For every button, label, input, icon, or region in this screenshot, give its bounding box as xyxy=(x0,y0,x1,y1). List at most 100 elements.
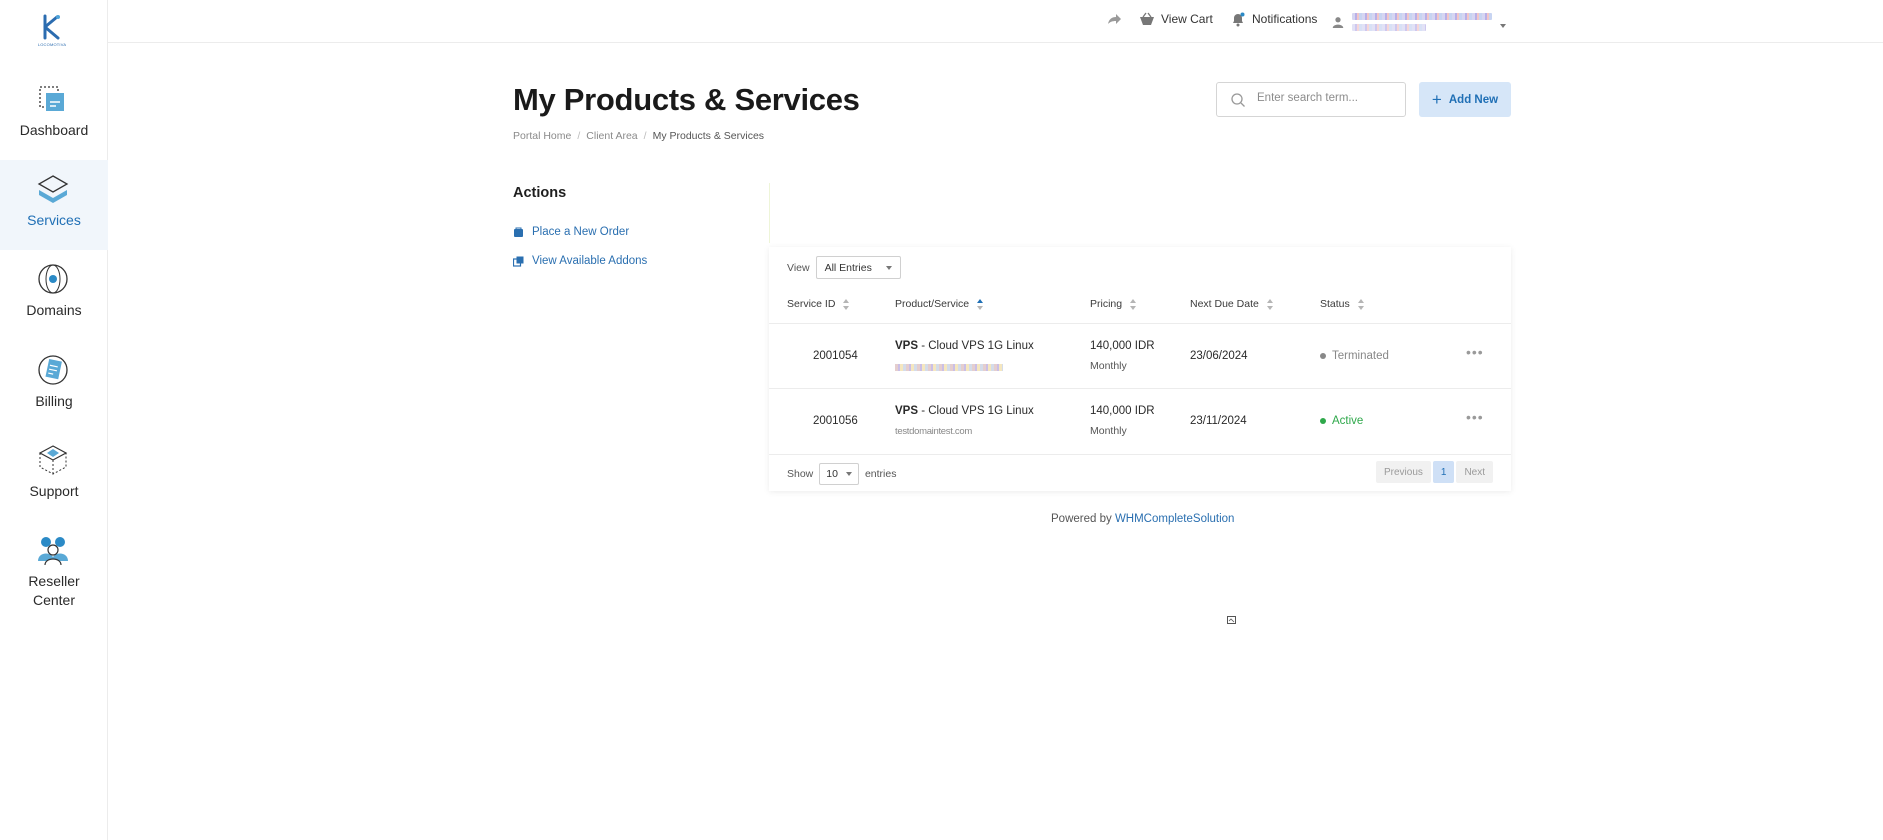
more-options-icon[interactable]: ••• xyxy=(1466,344,1484,360)
sidebar-item-support[interactable]: Support xyxy=(0,431,108,521)
plus-icon: + xyxy=(1431,90,1442,109)
status-dot xyxy=(1320,418,1326,424)
column-header-product[interactable]: Product/Service xyxy=(895,298,984,310)
column-header-pricing[interactable]: Pricing xyxy=(1090,298,1137,310)
column-header-service-id[interactable]: Service ID xyxy=(787,298,850,310)
user-icon xyxy=(1332,17,1344,28)
notifications-link[interactable]: Notifications xyxy=(1230,10,1317,28)
powered-by-label: Powered by xyxy=(1051,513,1112,525)
product-name: VPS - Cloud VPS 1G Linux xyxy=(895,340,1034,352)
show-label: Show xyxy=(787,468,814,480)
entries-label: entries xyxy=(864,468,897,480)
search-box[interactable] xyxy=(1216,82,1406,117)
basket-icon xyxy=(1140,12,1154,25)
share-icon xyxy=(1108,14,1121,24)
more-options-icon[interactable]: ••• xyxy=(1466,409,1484,425)
sidebar-item-label: Billing xyxy=(35,393,73,409)
view-cart-link[interactable]: View Cart xyxy=(1139,10,1213,28)
billing-cycle: Monthly xyxy=(1090,360,1127,372)
breadcrumb-current: My Products & Services xyxy=(652,130,765,142)
support-icon xyxy=(38,445,68,475)
sidebar-item-services[interactable]: Services xyxy=(0,160,108,250)
column-header-label: Pricing xyxy=(1090,298,1123,310)
share-button[interactable] xyxy=(1106,10,1122,28)
search-icon xyxy=(1231,93,1245,107)
sidebar-item-label: Dashboard xyxy=(19,122,89,138)
billing-cycle: Monthly xyxy=(1090,425,1127,437)
logo-icon xyxy=(43,14,60,40)
page-title: My Products & Services xyxy=(513,82,860,117)
search-input[interactable] xyxy=(1257,92,1397,104)
product-type: VPS xyxy=(895,405,919,417)
status-badge: Terminated xyxy=(1320,350,1389,362)
previous-page-button[interactable]: Previous xyxy=(1375,461,1431,483)
price: 140,000 IDR xyxy=(1090,340,1155,352)
column-header-next-due-date[interactable]: Next Due Date xyxy=(1190,298,1274,310)
breadcrumb: Portal Home / Client Area / My Products … xyxy=(513,130,764,142)
sidebar-item-label: Services xyxy=(27,212,81,228)
reseller-icon xyxy=(38,537,68,566)
cart-icon xyxy=(514,227,523,237)
sidebar-item-dashboard[interactable]: Dashboard xyxy=(0,70,108,160)
chevron-down-icon xyxy=(1500,24,1506,28)
sort-icon xyxy=(1266,298,1274,310)
table-row[interactable]: 2001056 VPS - Cloud VPS 1G Linux testdom… xyxy=(769,388,1511,453)
product-plan: - Cloud VPS 1G Linux xyxy=(918,405,1034,417)
whmcs-link[interactable]: WHMCompleteSolution xyxy=(1115,513,1235,525)
actions-heading: Actions xyxy=(513,185,567,201)
status-dot xyxy=(1320,353,1326,359)
sidebar-item-reseller-center[interactable]: Reseller Center xyxy=(0,521,108,621)
next-page-button[interactable]: Next xyxy=(1456,461,1493,483)
chevron-down-icon xyxy=(885,265,892,270)
column-header-label: Product/Service xyxy=(895,298,970,310)
page-length: Show 10 entries xyxy=(787,463,896,485)
sidebar: LOCOMOTIVA Dashboard Services Domains Bi… xyxy=(0,0,108,840)
product-plan: - Cloud VPS 1G Linux xyxy=(918,340,1034,352)
add-new-button[interactable]: + Add New xyxy=(1419,82,1511,117)
sidebar-item-billing[interactable]: Billing xyxy=(0,341,108,431)
small-image-icon xyxy=(1227,616,1236,624)
view-cart-label: View Cart xyxy=(1161,12,1213,26)
notifications-label: Notifications xyxy=(1252,12,1318,26)
sort-icon xyxy=(1357,298,1365,310)
status-label: Active xyxy=(1332,415,1364,427)
addons-icon xyxy=(513,256,524,267)
sort-icon xyxy=(843,298,850,310)
breadcrumb-portal-home[interactable]: Portal Home xyxy=(513,130,571,142)
sidebar-item-label: Domains xyxy=(26,302,82,318)
price: 140,000 IDR xyxy=(1090,405,1155,417)
column-header-label: Status xyxy=(1320,298,1350,310)
due-date: 23/06/2024 xyxy=(1190,350,1248,362)
domain-redacted xyxy=(895,364,1003,371)
status-label: Terminated xyxy=(1332,350,1389,362)
view-addons-link[interactable]: View Available Addons xyxy=(513,255,647,267)
divider xyxy=(769,183,770,243)
place-new-order-link[interactable]: Place a New Order xyxy=(513,226,629,238)
table-row[interactable]: 2001054 VPS - Cloud VPS 1G Linux 140,000… xyxy=(769,323,1511,388)
add-new-label: Add New xyxy=(1448,93,1499,106)
breadcrumb-client-area[interactable]: Client Area xyxy=(586,130,637,142)
page-length-select[interactable]: 10 xyxy=(819,463,859,485)
sidebar-item-domains[interactable]: Domains xyxy=(0,250,108,340)
domain-name: testdomaintest.com xyxy=(895,426,972,437)
product-type: VPS xyxy=(895,340,919,352)
services-icon xyxy=(37,175,69,203)
top-bar: View Cart Notifications xyxy=(108,0,1883,43)
table-footer: Show 10 entries Previous 1 Next xyxy=(769,454,1511,491)
breadcrumb-separator: / xyxy=(577,130,581,142)
sidebar-item-label: Reseller Center xyxy=(28,573,80,608)
sort-icon xyxy=(1130,298,1137,310)
due-date: 23/11/2024 xyxy=(1190,415,1247,427)
view-label: View xyxy=(787,261,810,274)
view-select[interactable]: All Entries xyxy=(815,256,901,279)
logo[interactable]: LOCOMOTIVA xyxy=(32,14,72,50)
column-header-status[interactable]: Status xyxy=(1320,298,1365,310)
page-1-button[interactable]: 1 xyxy=(1432,461,1455,483)
sort-asc-icon xyxy=(977,298,984,310)
view-filter: View All Entries xyxy=(787,256,901,279)
page-length-value: 10 xyxy=(826,468,838,480)
view-select-value: All Entries xyxy=(824,261,872,274)
status-badge: Active xyxy=(1320,415,1363,427)
sidebar-item-label: Support xyxy=(29,483,79,499)
account-menu[interactable] xyxy=(1332,4,1522,40)
